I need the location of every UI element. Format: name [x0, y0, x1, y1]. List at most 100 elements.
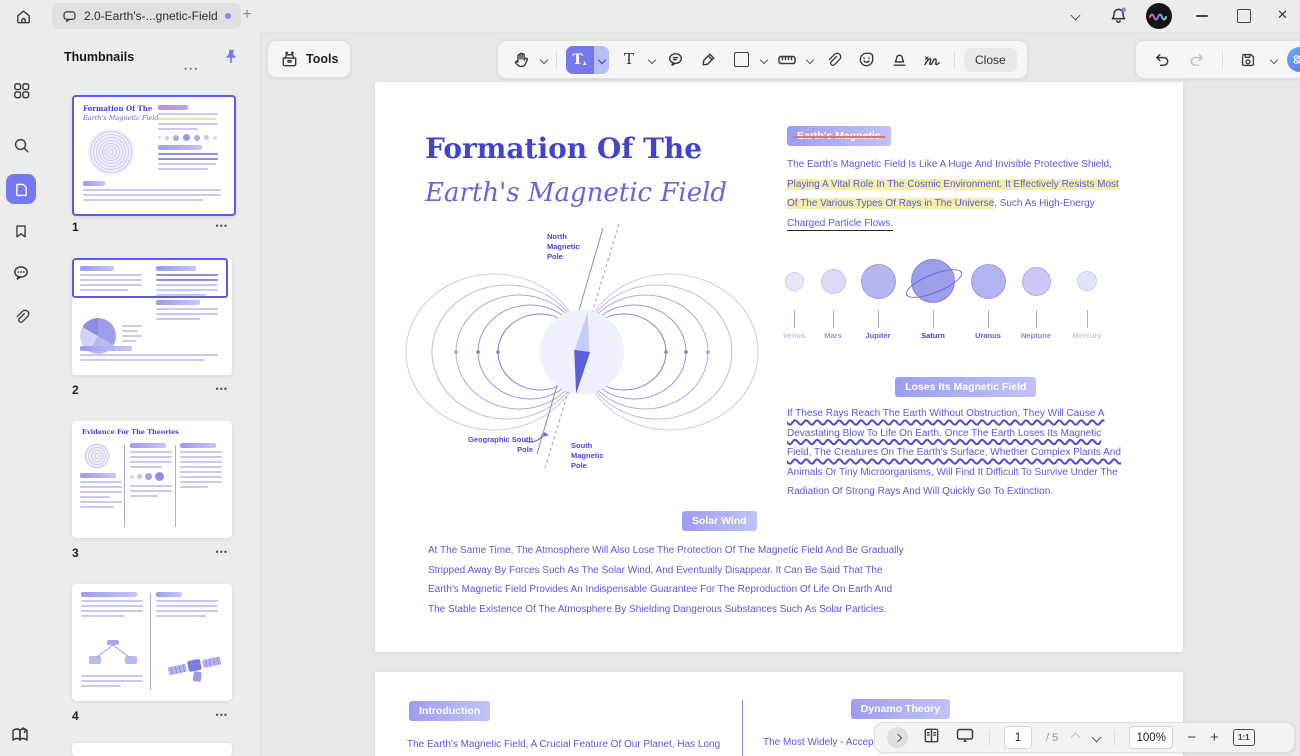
shape-tool-chevron-icon[interactable]: [760, 55, 768, 63]
dynamo-theory-badge[interactable]: Dynamo Theory: [851, 699, 950, 719]
planet-saturn: Saturn: [909, 259, 957, 340]
doc-title-line2[interactable]: Earth's Magnetic Field: [425, 178, 727, 208]
thumb-menu-button[interactable]: •••: [216, 384, 228, 394]
earths-magnetic-badge[interactable]: Earth's Magnetic: [787, 126, 891, 146]
thumbnails-panel-button-active[interactable]: [6, 174, 36, 204]
save-chevron-icon[interactable]: [1270, 55, 1278, 63]
sticker-tool-button[interactable]: [853, 47, 879, 73]
text-tool-chevron-icon[interactable]: [648, 55, 656, 63]
apps-grid-button[interactable]: [9, 78, 33, 102]
new-tab-button[interactable]: +: [237, 6, 257, 24]
window-close-button[interactable]: ✕: [1277, 7, 1288, 23]
redo-button-disabled[interactable]: [1184, 47, 1210, 73]
shape-tool-button[interactable]: [728, 47, 754, 73]
highlighter-pen-button[interactable]: [695, 47, 721, 73]
thumb-menu-button[interactable]: •••: [216, 547, 228, 557]
save-button[interactable]: [1235, 47, 1261, 73]
pen-icon: [699, 50, 718, 69]
strikethrough-annotation: [793, 136, 885, 138]
dynamo-theory-text[interactable]: The Most Widely - Accepted: [763, 737, 888, 748]
comment-tool-button[interactable]: [662, 47, 688, 73]
close-annotate-button[interactable]: Close: [964, 48, 1017, 72]
toolbar-divider: [954, 51, 955, 69]
reading-mode-button[interactable]: [922, 726, 941, 750]
measure-tool-chevron-icon[interactable]: [806, 55, 814, 63]
document-page-1: Formation Of The Earth's Magnetic Field …: [375, 82, 1183, 652]
attachments-button[interactable]: [9, 305, 33, 329]
zoom-level-input[interactable]: 100%: [1129, 726, 1173, 749]
next-page-button[interactable]: [1092, 733, 1102, 743]
search-icon: [12, 136, 31, 155]
thumb4-satellite: [164, 641, 223, 691]
toolbar-divider: [1222, 51, 1223, 69]
paragraph-solar-wind[interactable]: At The Same Time, The Atmosphere Will Al…: [428, 545, 908, 623]
hand-tool-chevron-icon[interactable]: [540, 55, 548, 63]
signature-tool-button[interactable]: [919, 47, 945, 73]
tabs-chevron-icon[interactable]: [1071, 11, 1081, 21]
stamp-tool-button[interactable]: [886, 47, 912, 73]
toolbox-icon: [280, 50, 299, 69]
page-thumbnail-4[interactable]: [72, 584, 232, 701]
page-number-input[interactable]: 1: [1004, 726, 1032, 749]
thumb3-col2: [130, 443, 172, 500]
doc-title-line1[interactable]: Formation Of The: [425, 132, 702, 165]
measure-tool-button[interactable]: [774, 47, 800, 73]
insert-text-tool-dropdown-button[interactable]: [594, 46, 609, 74]
introduction-badge[interactable]: Introduction: [409, 701, 490, 721]
collapse-bar-button[interactable]: [887, 727, 908, 748]
user-avatar[interactable]: [1146, 3, 1172, 29]
viewport-indicator[interactable]: [72, 258, 228, 298]
page-flip-button[interactable]: [8, 723, 32, 747]
planet-uranus: Uranus: [964, 259, 1012, 340]
avatar-waveform-icon: [1149, 11, 1169, 21]
tools-button[interactable]: Tools: [267, 40, 351, 78]
book-icon: [922, 726, 941, 745]
thumb-menu-button[interactable]: •••: [216, 221, 228, 231]
presentation-mode-button[interactable]: [955, 725, 975, 750]
maximize-button[interactable]: [1237, 9, 1251, 23]
planet-jupiter: Jupiter: [854, 259, 902, 340]
page-thumbnail-2[interactable]: [72, 258, 232, 375]
page-thumbnail-3[interactable]: Evidence For The Theories: [72, 421, 232, 538]
text-tool-button[interactable]: T: [616, 47, 642, 73]
introduction-text[interactable]: The Earth's Magnetic Field, A Crucial Fe…: [407, 739, 720, 750]
hand-icon: [512, 50, 531, 69]
actual-size-button[interactable]: 1:1: [1233, 729, 1255, 746]
solar-wind-badge[interactable]: Solar Wind: [682, 511, 757, 531]
thumb3-col3: [180, 443, 222, 491]
previous-page-button[interactable]: [1071, 733, 1081, 743]
statusbar-divider: [989, 730, 990, 746]
zoom-in-button[interactable]: +: [1210, 730, 1219, 745]
page-number: 1: [72, 220, 79, 234]
toolbar-divider: [556, 51, 557, 69]
paragraph-loses-field[interactable]: If These Rays Reach The Earth Without Ob…: [787, 408, 1107, 506]
loses-magnetic-field-badge[interactable]: Loses Its Magnetic Field: [895, 377, 1036, 397]
search-button[interactable]: [9, 133, 33, 157]
bookmarks-button[interactable]: [9, 219, 33, 243]
page-thumbnail-5[interactable]: [72, 743, 232, 756]
undo-button[interactable]: [1148, 47, 1174, 73]
notifications-button[interactable]: [1108, 5, 1129, 31]
flip-pages-icon: [9, 724, 31, 746]
paragraph-earths-magnetic[interactable]: The Earth's Magnetic Field Is Like A Hug…: [787, 159, 1107, 237]
column-divider: [742, 700, 743, 756]
insert-text-tool-button-active[interactable]: T▲: [566, 46, 594, 74]
pin-panel-button[interactable]: [222, 47, 240, 70]
badge-text: Introduction: [419, 705, 480, 717]
zoom-out-button[interactable]: −: [1187, 730, 1196, 745]
document-tab[interactable]: 2.0-Earth's-...gnetic-Field: [52, 3, 241, 29]
minimize-button[interactable]: [1196, 15, 1208, 17]
ai-assistant-button[interactable]: [1287, 47, 1300, 72]
panel-drag-handle[interactable]: •••: [184, 64, 199, 74]
chat-bubble-icon: [62, 9, 77, 24]
thumb3-divider2: [175, 445, 176, 527]
thumb4-tree-diagram: [85, 640, 141, 666]
badge-text: Solar Wind: [692, 515, 747, 527]
home-button[interactable]: [10, 4, 36, 28]
comments-button[interactable]: [9, 261, 33, 285]
thumb-menu-button[interactable]: •••: [216, 710, 228, 720]
page-thumbnail-1[interactable]: Formation Of The Earth's Magnetic Field: [72, 95, 236, 216]
home-icon: [14, 7, 33, 26]
hand-tool-button[interactable]: [508, 47, 534, 73]
attach-file-button[interactable]: [820, 47, 846, 73]
